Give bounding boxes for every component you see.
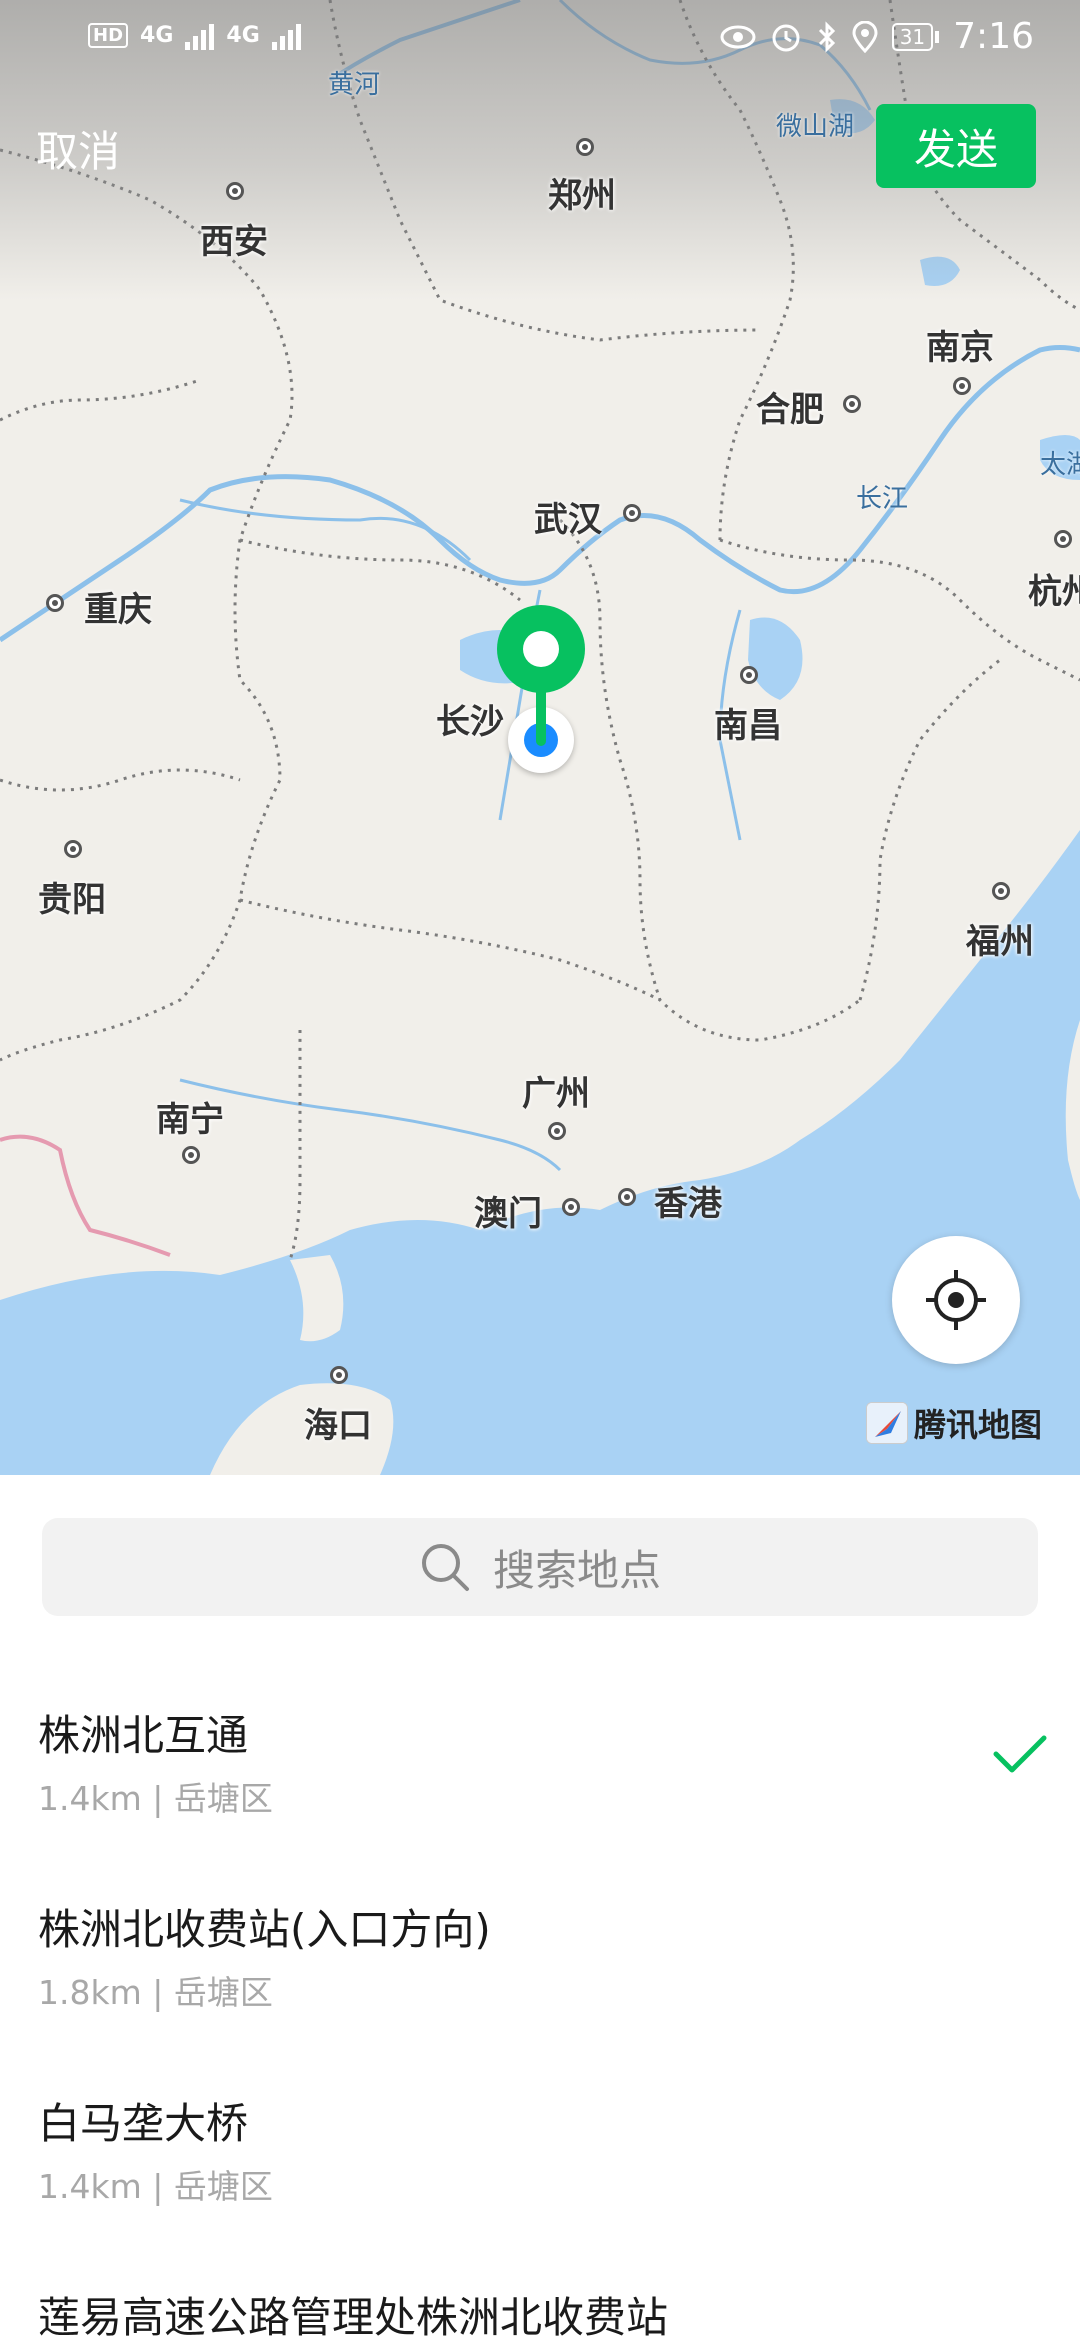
city-label-zhengzhou: 郑州 bbox=[548, 176, 616, 216]
place-meta: 1.4km | 岳塘区 bbox=[38, 2167, 273, 2206]
city-dot bbox=[64, 840, 82, 858]
city-label-xian: 西安 bbox=[200, 222, 268, 262]
hd-badge: HD bbox=[88, 22, 129, 48]
eye-icon bbox=[720, 25, 756, 48]
location-pin-icon[interactable] bbox=[496, 604, 586, 754]
city-dot bbox=[992, 882, 1010, 900]
city-dot bbox=[740, 666, 758, 684]
signal-icon bbox=[271, 20, 301, 50]
place-meta: 1.4km | 岳塘区 bbox=[38, 1779, 273, 1818]
network-type-1: 4G bbox=[140, 22, 174, 48]
list-item[interactable]: 株洲北收费站(入口方向) 1.8km | 岳塘区 bbox=[0, 1854, 1080, 2048]
attribution-text: 腾讯地图 bbox=[914, 1406, 1043, 1444]
city-label-wuhan: 武汉 bbox=[534, 500, 602, 540]
place-name: 白马垄大桥 bbox=[38, 2099, 249, 2148]
city-dot bbox=[843, 395, 861, 413]
list-item[interactable]: 白马垄大桥 1.4km | 岳塘区 bbox=[0, 2048, 1080, 2242]
water-label-weishan-lake: 微山湖 bbox=[776, 112, 855, 142]
network-type-2: 4G bbox=[226, 22, 260, 48]
city-label-nanjing: 南京 bbox=[926, 328, 994, 368]
city-label-hefei: 合肥 bbox=[756, 390, 824, 430]
city-label-chongqing: 重庆 bbox=[84, 590, 152, 630]
city-label-nanchang: 南昌 bbox=[714, 706, 782, 746]
place-name: 株洲北收费站(入口方向) bbox=[38, 1905, 491, 1954]
city-label-changsha: 长沙 bbox=[436, 702, 504, 742]
search-input[interactable]: 搜索地点 bbox=[42, 1518, 1038, 1616]
status-time: 7:16 bbox=[953, 16, 1034, 57]
battery-level: 31 bbox=[891, 22, 934, 51]
signal-icon bbox=[185, 20, 215, 50]
place-meta: 1.8km | 岳塘区 bbox=[38, 1973, 273, 2012]
city-dot bbox=[1054, 530, 1072, 548]
city-label-nanning: 南宁 bbox=[156, 1100, 224, 1140]
city-label-guangzhou: 广州 bbox=[522, 1074, 590, 1114]
search-placeholder: 搜索地点 bbox=[492, 1545, 661, 1595]
water-label-taihu: 太湖 bbox=[1040, 450, 1080, 480]
city-dot bbox=[330, 1366, 348, 1384]
list-item[interactable]: 株洲北互通 1.4km | 岳塘区 bbox=[0, 1660, 1080, 1854]
city-label-haikou: 海口 bbox=[304, 1406, 372, 1446]
city-label-hangzhou: 杭州 bbox=[1028, 572, 1080, 612]
city-dot bbox=[953, 377, 971, 395]
city-dot bbox=[46, 594, 64, 612]
status-bar-right: 31 7:16 bbox=[720, 16, 1034, 57]
city-dot bbox=[226, 182, 244, 200]
send-button[interactable]: 发送 bbox=[876, 104, 1036, 188]
status-bar-left: HD 4G 4G bbox=[88, 20, 301, 50]
city-dot bbox=[548, 1122, 566, 1140]
location-icon bbox=[852, 20, 878, 53]
city-label-macau: 澳门 bbox=[474, 1194, 542, 1234]
place-name: 株洲北互通 bbox=[38, 1711, 249, 1760]
cancel-button[interactable]: 取消 bbox=[36, 118, 120, 179]
place-results-list: 株洲北互通 1.4km | 岳塘区 株洲北收费站(入口方向) 1.8km | 岳… bbox=[0, 1660, 1080, 2340]
crosshair-icon bbox=[926, 1270, 986, 1330]
locate-me-button[interactable] bbox=[892, 1236, 1020, 1364]
status-bar: HD 4G 4G 31 7:16 bbox=[0, 0, 1080, 80]
city-label-hongkong: 香港 bbox=[654, 1184, 722, 1224]
search-icon bbox=[421, 1544, 469, 1591]
city-dot bbox=[182, 1146, 200, 1164]
tencent-map-logo-icon bbox=[866, 1402, 908, 1444]
map-attribution: 腾讯地图 bbox=[866, 1400, 1042, 1446]
bluetooth-icon bbox=[818, 20, 835, 53]
city-dot bbox=[576, 138, 594, 156]
city-dot bbox=[562, 1198, 580, 1216]
map-view[interactable]: 郑州 西安 南京 合肥 武汉 杭州 重庆 长沙 南昌 贵阳 福州 广州 南宁 澳… bbox=[0, 0, 1080, 1475]
city-label-fuzhou: 福州 bbox=[966, 922, 1034, 962]
water-label-yangtze: 长江 bbox=[856, 484, 909, 514]
place-name: 莲易高速公路管理处株洲北收费站 bbox=[38, 2293, 669, 2340]
city-dot bbox=[623, 504, 641, 522]
alarm-icon bbox=[772, 24, 800, 51]
city-label-guiyang: 贵阳 bbox=[38, 880, 106, 920]
city-dot bbox=[618, 1188, 636, 1206]
list-item[interactable]: 莲易高速公路管理处株洲北收费站 bbox=[0, 2242, 1080, 2340]
checkmark-icon bbox=[993, 1735, 1047, 1773]
battery-icon: 31 bbox=[891, 22, 940, 51]
